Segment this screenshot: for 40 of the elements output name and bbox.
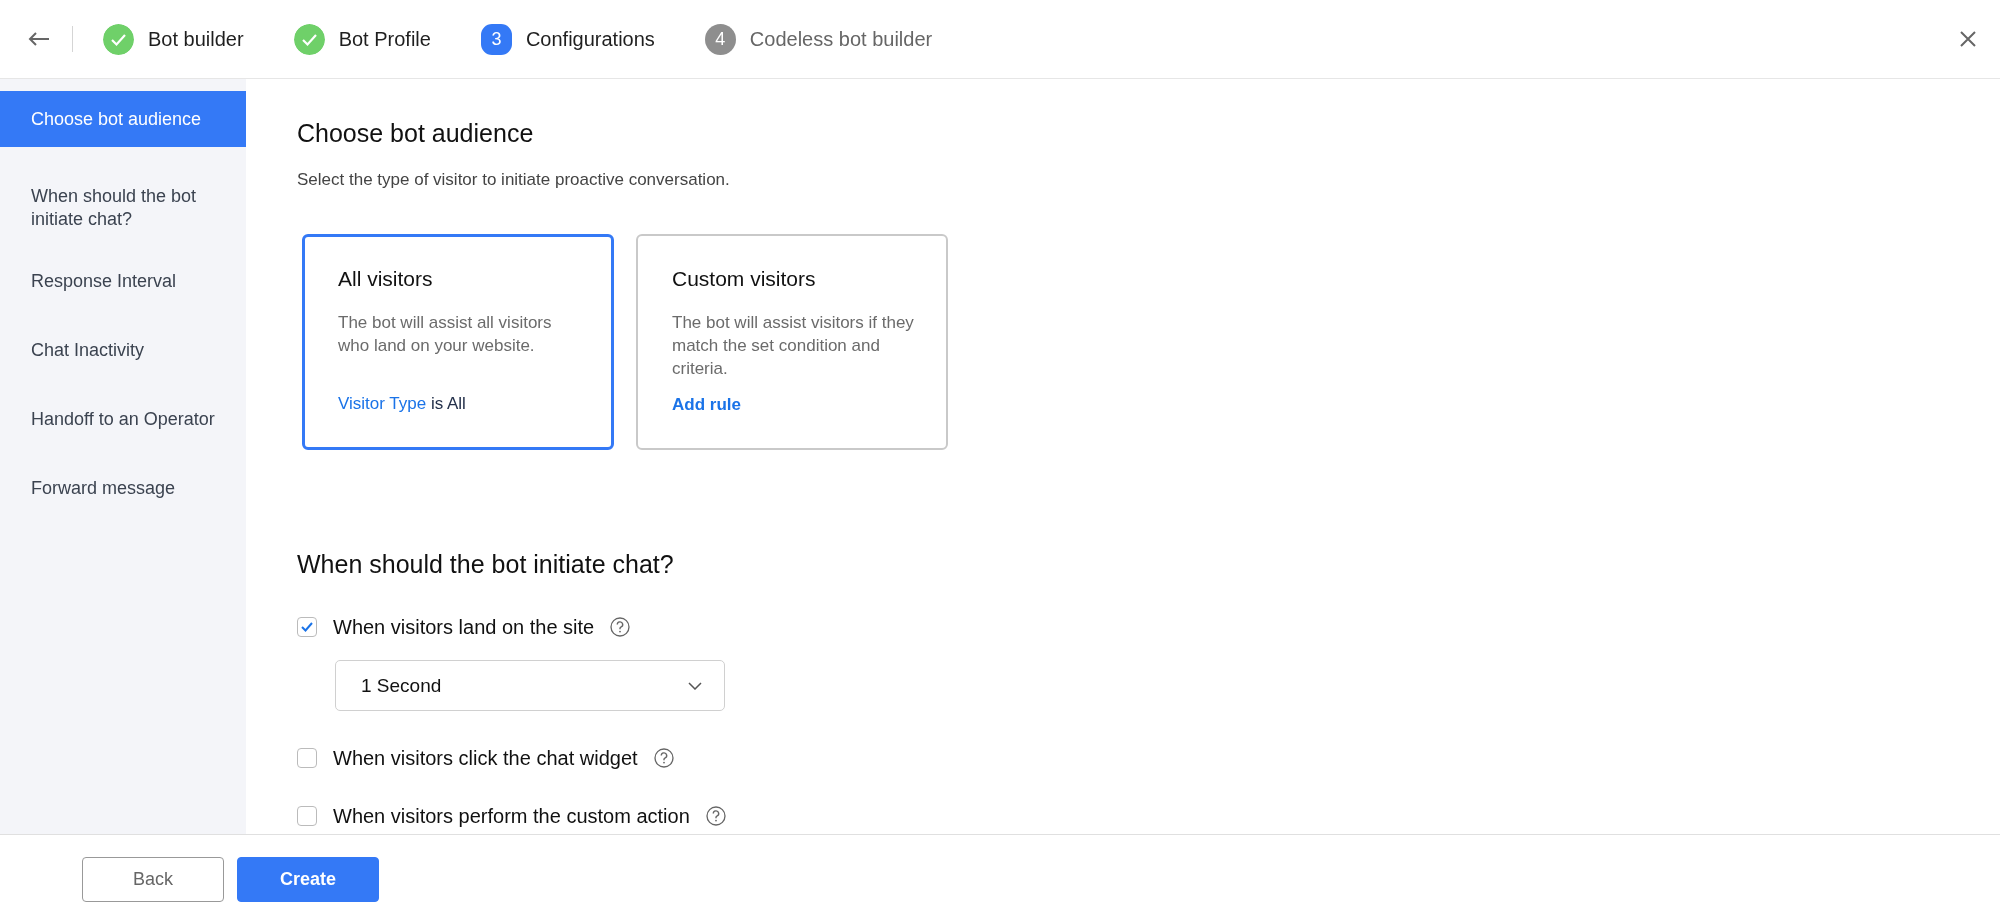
sidebar-item[interactable]: Chat Inactivity [0, 316, 246, 385]
audience-card[interactable]: Custom visitors The bot will assist visitors if they match the set condition and criteria. Add rule [636, 234, 948, 450]
checkbox[interactable] [297, 748, 317, 768]
step-label[interactable]: Codeless bot builder [749, 27, 933, 51]
rule-link[interactable]: Visitor Type [338, 394, 427, 413]
sidebar-item[interactable]: Handoff to an Operator [0, 385, 246, 454]
section-description: Select the type of visitor to initiate proactive conversation. [297, 170, 731, 190]
help-icon[interactable] [653, 748, 674, 768]
close-icon[interactable] [1960, 31, 1976, 47]
step-number: 3 [480, 23, 512, 55]
create-button[interactable]: Create [237, 857, 379, 902]
checkbox-label[interactable]: When visitors land on the site [333, 616, 595, 638]
step-label[interactable]: Bot Profile [338, 27, 431, 51]
checkbox-label[interactable]: When visitors perform the custom action [333, 805, 690, 827]
step-label[interactable]: Configurations [525, 27, 655, 51]
audience-card[interactable]: All visitors The bot will assist all visitors who land on your website. Visitor Type is All [302, 234, 614, 450]
step-number: 4 [704, 23, 736, 55]
card-description: The bot will assist all visitors who land on your website. [338, 312, 553, 357]
back-button[interactable]: Back [82, 857, 224, 902]
checkbox[interactable] [297, 617, 317, 637]
help-icon[interactable] [705, 806, 726, 826]
step-label[interactable]: Bot builder [148, 27, 244, 51]
sidebar-item[interactable]: Choose bot audience [0, 91, 246, 147]
card-title: All visitors [338, 267, 434, 291]
rule-summary: Visitor Type is All [338, 394, 467, 414]
chevron-down-icon [688, 681, 702, 690]
sidebar-item[interactable]: When should the bot initiate chat? [0, 169, 246, 247]
delay-dropdown[interactable]: 1 Second [335, 660, 725, 711]
section-title: Choose bot audience [297, 119, 535, 148]
help-icon[interactable] [610, 617, 631, 637]
card-description: The bot will assist visitors if they match the set condition and criteria. [672, 312, 915, 380]
back-arrow-icon[interactable] [28, 31, 50, 47]
checkmark-icon [300, 621, 314, 633]
add-rule-link[interactable]: Add rule [672, 395, 741, 414]
sidebar-item[interactable]: Response Interval [0, 247, 246, 316]
card-title: Custom visitors [672, 267, 817, 291]
section-title: When should the bot initiate chat? [297, 550, 675, 579]
sidebar-item[interactable]: Forward message [0, 454, 246, 523]
checkbox-label[interactable]: When visitors click the chat widget [333, 747, 638, 769]
checkbox[interactable] [297, 806, 317, 826]
